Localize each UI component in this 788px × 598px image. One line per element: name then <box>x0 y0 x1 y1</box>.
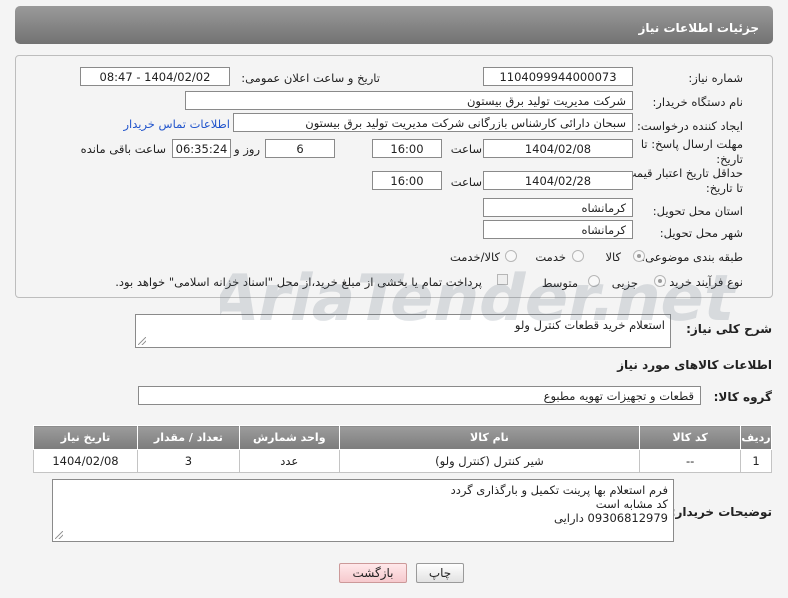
table-header-row: ردیف کد کالا نام کالا واحد شمارش تعداد /… <box>33 425 772 450</box>
col-header-unit: واحد شمارش <box>238 425 340 450</box>
category-radio-goods[interactable] <box>633 250 645 262</box>
category-radio-service[interactable] <box>572 250 584 262</box>
remaining-label: ساعت باقی مانده <box>80 142 166 156</box>
announce-label: تاریخ و ساعت اعلان عمومی: <box>241 71 380 85</box>
goods-group-label: گروه کالا: <box>713 390 772 404</box>
creator-label: ایجاد کننده درخواست: <box>637 119 743 133</box>
buyer-contact-link[interactable]: اطلاعات تماس خریدار <box>123 117 230 131</box>
buyer-notes-label: توضیحات خریدار: <box>670 505 772 519</box>
table-row: 1 -- شیر کنترل (کنترل ولو) عدد 3 1404/02… <box>33 449 772 473</box>
description-textarea[interactable]: استعلام خرید قطعات کنترل ولو <box>135 314 671 348</box>
city-field: کرمانشاه <box>483 220 633 239</box>
cell-need-date: 1404/02/08 <box>33 449 138 473</box>
province-label: استان محل تحویل: <box>652 204 743 218</box>
cell-code: -- <box>639 449 742 473</box>
page-title: جزئیات اطلاعات نیاز <box>638 21 759 35</box>
cell-unit: عدد <box>238 449 340 473</box>
validity-time-label: ساعت <box>450 175 482 189</box>
col-header-quantity: تعداد / مقدار <box>136 425 240 450</box>
buyer-notes-textarea[interactable]: فرم استعلام بها پرینت تکمیل و بارگذاری گ… <box>52 479 674 542</box>
buyer-org-field: شرکت مدیریت تولید برق بیستون <box>185 91 633 110</box>
buyer-org-label: نام دستگاه خریدار: <box>652 95 743 109</box>
col-header-row-number: ردیف <box>740 425 772 450</box>
goods-section-title: اطلاعات کالاهای مورد نیاز <box>617 358 772 372</box>
treasury-payment-checkbox[interactable] <box>497 274 508 285</box>
buyer-notes-line: 09306812979 دارایی <box>554 511 668 525</box>
cell-row-number: 1 <box>740 449 772 473</box>
back-button[interactable]: بازگشت <box>339 563 407 583</box>
treasury-payment-note: پرداخت تمام یا بخشی از مبلغ خرید،از محل … <box>115 275 482 289</box>
validity-date-field: 1404/02/28 <box>483 171 633 190</box>
resize-grip-icon[interactable] <box>138 337 146 345</box>
buyer-notes-line: کد مشابه است <box>595 497 668 511</box>
deadline-time-label: ساعت <box>450 142 482 156</box>
process-radio-minor[interactable] <box>654 275 666 287</box>
description-label: شرح کلی نیاز: <box>686 322 772 336</box>
description-text: استعلام خرید قطعات کنترل ولو <box>514 318 665 332</box>
deadline-label-line2: تاریخ: <box>716 152 743 166</box>
deadline-label-line1: مهلت ارسال پاسخ: تا <box>640 137 743 151</box>
need-number-label: شماره نیاز: <box>688 71 743 85</box>
col-header-need-date: تاریخ نیاز <box>33 425 138 450</box>
goods-group-field: قطعات و تجهیزات تهویه مطبوع <box>138 386 701 405</box>
cell-name: شیر کنترل (کنترل ولو) <box>338 449 641 473</box>
days-remaining-field: 6 <box>265 139 335 158</box>
province-field: کرمانشاه <box>483 198 633 217</box>
page-header: جزئیات اطلاعات نیاز <box>15 6 773 44</box>
buyer-notes-line: فرم استعلام بها پرینت تکمیل و بارگذاری گ… <box>450 483 668 497</box>
category-option-service: خدمت <box>535 250 566 264</box>
deadline-date-field: 1404/02/08 <box>483 139 633 158</box>
announce-datetime-field: 1404/02/02 - 08:47 <box>80 67 230 86</box>
validity-time-field: 16:00 <box>372 171 442 190</box>
process-radio-medium[interactable] <box>588 275 600 287</box>
validity-label-line2: تا تاریخ: <box>705 181 743 195</box>
creator-field: سبحان دارائی کارشناس بازرگانی شرکت مدیری… <box>233 113 633 132</box>
print-button[interactable]: چاپ <box>416 563 464 583</box>
deadline-time-field: 16:00 <box>372 139 442 158</box>
category-radio-goods-service[interactable] <box>505 250 517 262</box>
category-option-goods: کالا <box>605 250 621 264</box>
process-label: نوع فرآیند خرید : <box>661 275 743 289</box>
process-option-minor: جزیی <box>611 276 638 290</box>
remaining-time-field: 06:35:24 <box>172 139 231 158</box>
process-option-medium: متوسط <box>541 276 578 290</box>
days-label: روز و <box>234 142 260 156</box>
cell-quantity: 3 <box>136 449 240 473</box>
col-header-code: کد کالا <box>639 425 742 450</box>
resize-grip-icon[interactable] <box>55 531 63 539</box>
category-label: طبقه بندی موضوعی: <box>641 250 743 264</box>
city-label: شهر محل تحویل: <box>659 226 743 240</box>
category-option-goods-service: کالا/خدمت <box>449 250 500 264</box>
validity-label-line1: حداقل تاریخ اعتبار قیمت: <box>621 166 743 180</box>
need-number-field: 1104099944000073 <box>483 67 633 86</box>
col-header-name: نام کالا <box>338 425 641 450</box>
items-table: ردیف کد کالا نام کالا واحد شمارش تعداد /… <box>33 425 772 473</box>
